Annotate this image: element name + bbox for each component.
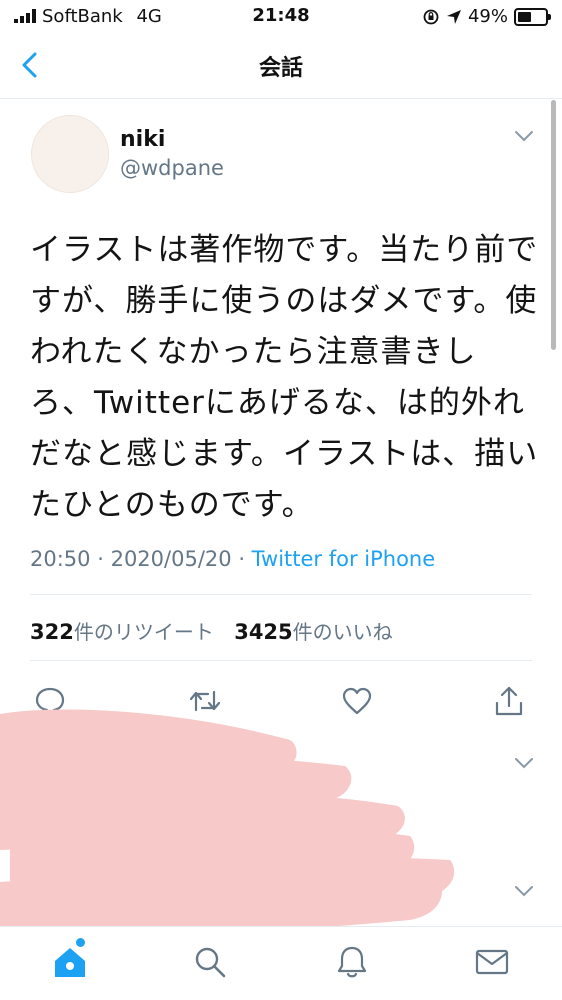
reply-menu-chevron-icon[interactable]	[513, 756, 535, 770]
author-handle[interactable]: @wdpane	[120, 156, 224, 180]
home-notification-dot	[76, 938, 85, 947]
tweet-source-link[interactable]: Twitter for iPhone	[252, 547, 436, 571]
orientation-lock-icon	[423, 9, 439, 24]
likes-link[interactable]: 3425件のいいね	[234, 620, 392, 644]
battery-percent: 49%	[467, 6, 508, 27]
tweet-time: 20:50	[30, 547, 91, 571]
tweet-meta: 20:50 · 2020/05/20 · Twitter for iPhone	[30, 547, 435, 571]
tab-notifications[interactable]	[334, 944, 370, 980]
battery-icon	[514, 7, 551, 26]
avatar[interactable]	[31, 115, 109, 193]
reply-menu-chevron-icon[interactable]	[513, 884, 535, 898]
meta-separator: ·	[97, 547, 111, 571]
author-name[interactable]: niki	[120, 127, 165, 152]
retweets-link[interactable]: 322件のリツイート	[30, 620, 214, 644]
engagement-counts: 322件のリツイート 3425件のいいね	[30, 616, 393, 645]
retweet-count: 322	[30, 620, 74, 644]
meta-separator: ·	[238, 547, 252, 571]
nav-divider	[0, 98, 562, 99]
page-title: 会話	[258, 56, 303, 81]
share-button[interactable]	[492, 684, 526, 718]
scrollbar[interactable]	[551, 100, 556, 350]
like-label: 件のいいね	[292, 620, 393, 644]
tab-messages[interactable]	[474, 944, 510, 980]
nav-bar: 会話	[0, 36, 562, 96]
status-bar: SoftBank 4G 21:48 49%	[0, 0, 562, 34]
redaction-overlay	[0, 709, 455, 944]
tweet-date: 2020/05/20	[110, 547, 232, 571]
retweet-label: 件のリツイート	[73, 620, 214, 644]
tab-home[interactable]	[52, 944, 88, 980]
location-icon	[446, 9, 461, 24]
divider	[30, 660, 532, 661]
tab-search[interactable]	[192, 944, 228, 980]
tweet-text: イラストは著作物です。当たり前ですが、勝手に使うのはダメです。使われたくなかった…	[30, 232, 539, 523]
like-count: 3425	[234, 620, 293, 644]
status-right: 49%	[422, 6, 551, 27]
tweet-menu-chevron-icon[interactable]	[513, 129, 535, 143]
divider	[30, 594, 532, 595]
